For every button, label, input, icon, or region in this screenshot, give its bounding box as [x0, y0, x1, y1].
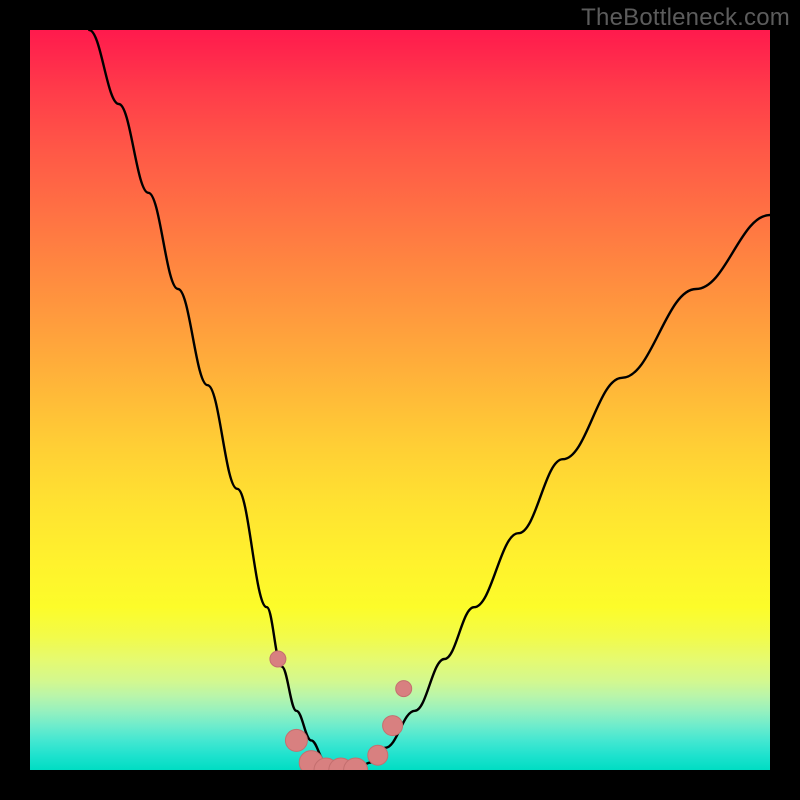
curve-group — [89, 30, 770, 770]
bottleneck-curve — [89, 30, 770, 770]
marker-dot — [270, 651, 286, 667]
marker-dot — [299, 751, 323, 770]
marker-dot — [314, 758, 338, 770]
plot-area — [30, 30, 770, 770]
watermark-text: TheBottleneck.com — [581, 4, 790, 32]
marker-group — [270, 651, 412, 770]
marker-dot — [344, 758, 368, 770]
marker-dot — [383, 716, 403, 736]
marker-dot — [329, 758, 353, 770]
chart-frame: TheBottleneck.com — [0, 0, 800, 800]
curve-layer — [30, 30, 770, 770]
marker-dot — [396, 681, 412, 697]
marker-dot — [285, 729, 307, 751]
marker-dot — [368, 745, 388, 765]
